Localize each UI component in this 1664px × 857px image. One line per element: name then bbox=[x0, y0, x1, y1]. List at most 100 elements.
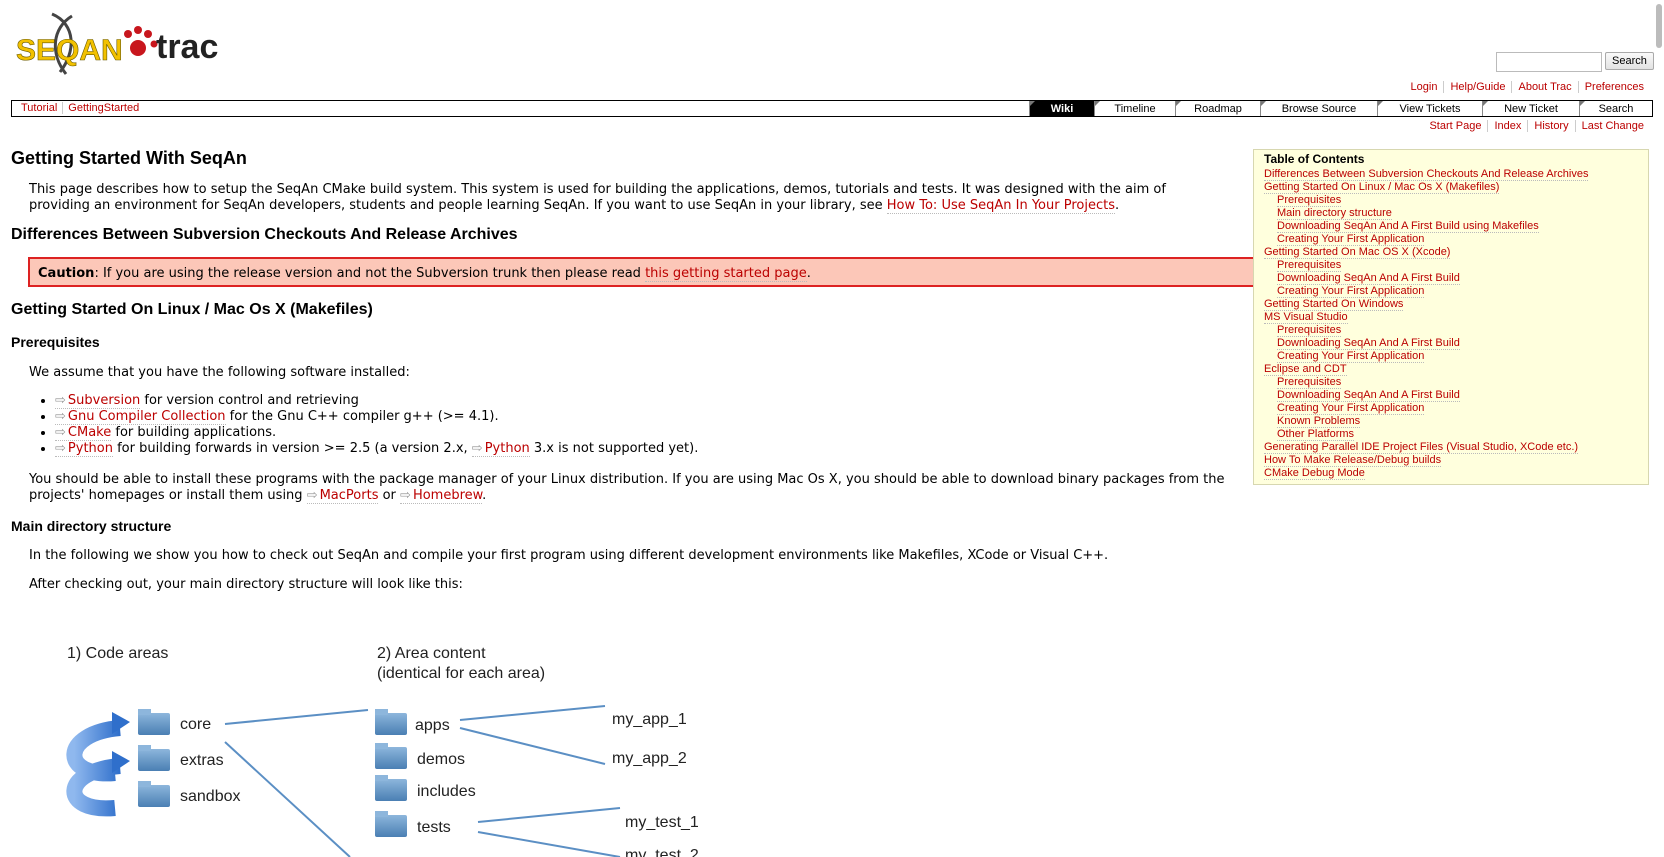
toc-link[interactable]: Prerequisites bbox=[1277, 194, 1342, 207]
toc-link[interactable]: Other Platforms bbox=[1277, 428, 1355, 441]
diagram-heading-identical: (identical for each area) bbox=[377, 665, 545, 682]
subversion-link[interactable]: Subversion bbox=[55, 393, 141, 409]
getting-started-page-link[interactable]: this getting started page bbox=[645, 266, 807, 282]
ctxtnav-index[interactable]: Index bbox=[1487, 120, 1528, 132]
metanav-login-link[interactable]: Login bbox=[1405, 81, 1444, 93]
arrow-head-icon bbox=[112, 751, 130, 773]
search-button[interactable]: Search bbox=[1605, 52, 1654, 70]
toc-item: Getting Started On Windows bbox=[1264, 298, 1648, 311]
scrollbar-thumb[interactable] bbox=[1656, 4, 1662, 48]
tab-browse-source[interactable]: Browse Source bbox=[1260, 101, 1377, 116]
macports-link[interactable]: MacPorts bbox=[306, 488, 379, 504]
toc-link[interactable]: Downloading SeqAn And A First Build bbox=[1277, 389, 1460, 402]
area-extras-label: extras bbox=[180, 752, 224, 769]
metanav-preferences-link[interactable]: Preferences bbox=[1577, 81, 1650, 93]
tab-roadmap[interactable]: Roadmap bbox=[1175, 101, 1260, 116]
content-includes-label: includes bbox=[417, 783, 476, 800]
toc-item: Downloading SeqAn And A First Build bbox=[1264, 337, 1648, 350]
heading-prerequisites: Prerequisites bbox=[11, 334, 100, 350]
toc-link[interactable]: Creating Your First Application bbox=[1277, 350, 1425, 363]
cmake-link[interactable]: CMake bbox=[55, 425, 112, 441]
toc-link[interactable]: Getting Started On Windows bbox=[1264, 298, 1404, 311]
toc-link[interactable]: Getting Started On Linux / Mac Os X (Mak… bbox=[1264, 181, 1500, 194]
gcc-link[interactable]: Gnu Compiler Collection bbox=[55, 409, 226, 425]
toc-link[interactable]: Creating Your First Application bbox=[1277, 285, 1425, 298]
install-mid: or bbox=[378, 488, 401, 503]
toc-item: CMake Debug Mode bbox=[1264, 467, 1648, 480]
homebrew-link[interactable]: Homebrew bbox=[400, 488, 483, 504]
install-paragraph: You should be able to install these prog… bbox=[29, 472, 1249, 504]
toc-link[interactable]: Known Problems bbox=[1277, 415, 1361, 428]
toc-item: Getting Started On Mac OS X (Xcode) bbox=[1264, 246, 1648, 259]
toc-link[interactable]: Eclipse and CDT bbox=[1264, 363, 1347, 376]
folder-icon bbox=[138, 781, 170, 807]
toc-link[interactable]: Downloading SeqAn And A First Build usin… bbox=[1277, 220, 1539, 233]
toc-item: Eclipse and CDT bbox=[1264, 363, 1648, 376]
search-input[interactable] bbox=[1496, 52, 1602, 72]
context-nav: Start Page Index History Last Change bbox=[1423, 120, 1650, 132]
list-item-text: 3.x is not supported yet). bbox=[529, 441, 699, 456]
heading-linux: Getting Started On Linux / Mac Os X (Mak… bbox=[11, 301, 373, 318]
toc-link[interactable]: Generating Parallel IDE Project Files (V… bbox=[1264, 441, 1579, 454]
tab-view-tickets[interactable]: View Tickets bbox=[1377, 101, 1482, 116]
seqan-trac-logo[interactable]: SEQAN trac bbox=[16, 12, 226, 82]
ctxtnav-history[interactable]: History bbox=[1527, 120, 1575, 132]
list-item: Subversion for version control and retri… bbox=[55, 393, 698, 409]
toc-link[interactable]: MS Visual Studio bbox=[1264, 311, 1348, 324]
tab-timeline[interactable]: Timeline bbox=[1094, 101, 1175, 116]
python-link-2[interactable]: Python bbox=[471, 441, 530, 457]
toc-title: Table of Contents bbox=[1264, 152, 1365, 166]
toc-link[interactable]: Prerequisites bbox=[1277, 259, 1342, 272]
toc-item: Prerequisites bbox=[1264, 259, 1648, 272]
toc-link[interactable]: Main directory structure bbox=[1277, 207, 1392, 220]
toc-item: Prerequisites bbox=[1264, 324, 1648, 337]
connector-line bbox=[224, 741, 351, 857]
breadcrumb: Tutorial GettingStarted bbox=[16, 102, 145, 114]
toc-item: Downloading SeqAn And A First Build usin… bbox=[1264, 220, 1648, 233]
toc-link[interactable]: CMake Debug Mode bbox=[1264, 467, 1365, 480]
area-core-label: core bbox=[180, 716, 211, 733]
toc-item: Downloading SeqAn And A First Build bbox=[1264, 272, 1648, 285]
toc-link[interactable]: Prerequisites bbox=[1277, 376, 1342, 389]
how-to-use-seqan-link[interactable]: How To: Use SeqAn In Your Projects bbox=[886, 198, 1115, 214]
toc-item: MS Visual Studio bbox=[1264, 311, 1648, 324]
toc-link[interactable]: Downloading SeqAn And A First Build bbox=[1277, 337, 1460, 350]
connector-line bbox=[459, 705, 606, 721]
ctxtnav-start-page[interactable]: Start Page bbox=[1423, 120, 1487, 132]
tab-wiki[interactable]: Wiki bbox=[1029, 101, 1094, 116]
toc-link[interactable]: Creating Your First Application bbox=[1277, 402, 1425, 415]
install-text: You should be able to install these prog… bbox=[29, 472, 1225, 503]
install-end: . bbox=[482, 488, 487, 503]
directory-structure-diagram: 1) Code areas 2) Area content (identical… bbox=[66, 645, 699, 857]
metanav-help-link[interactable]: Help/Guide bbox=[1443, 81, 1512, 93]
logo-seqan-text: SEQAN bbox=[16, 34, 123, 67]
caution-label: Caution bbox=[38, 266, 95, 281]
toc-link[interactable]: Differences Between Subversion Checkouts… bbox=[1264, 168, 1589, 181]
apps-child-1-label: my_app_1 bbox=[612, 711, 687, 728]
diagram-heading-area-content: 2) Area content bbox=[377, 645, 486, 662]
toc-link[interactable]: Creating Your First Application bbox=[1277, 233, 1425, 246]
toc-item: Creating Your First Application bbox=[1264, 233, 1648, 246]
folder-icon bbox=[138, 745, 170, 771]
toc-link[interactable]: Getting Started On Mac OS X (Xcode) bbox=[1264, 246, 1451, 259]
page-title: Getting Started With SeqAn bbox=[11, 148, 247, 168]
prereq-intro: We assume that you have the following so… bbox=[29, 365, 410, 380]
breadcrumb-gettingstarted[interactable]: GettingStarted bbox=[62, 102, 145, 114]
python-link[interactable]: Python bbox=[55, 441, 113, 457]
toc-item: Generating Parallel IDE Project Files (V… bbox=[1264, 441, 1648, 454]
metanav-about-link[interactable]: About Trac bbox=[1511, 81, 1578, 93]
ctxtnav-last-change[interactable]: Last Change bbox=[1574, 120, 1650, 132]
diagram-heading-code-areas: 1) Code areas bbox=[67, 645, 168, 662]
breadcrumb-tutorial[interactable]: Tutorial bbox=[16, 102, 62, 114]
toc-link[interactable]: Prerequisites bbox=[1277, 324, 1342, 337]
toc-item: Creating Your First Application bbox=[1264, 285, 1648, 298]
logo-trac-text: trac bbox=[156, 28, 218, 66]
toc-link[interactable]: How To Make Release/Debug builds bbox=[1264, 454, 1442, 467]
tab-new-ticket[interactable]: New Ticket bbox=[1482, 101, 1579, 116]
heading-main-directory: Main directory structure bbox=[11, 518, 172, 534]
toc-link[interactable]: Downloading SeqAn And A First Build bbox=[1277, 272, 1460, 285]
folder-icon bbox=[375, 775, 407, 801]
list-item: Python for building forwards in version … bbox=[55, 441, 698, 457]
tab-search[interactable]: Search bbox=[1579, 101, 1652, 116]
scrollbar[interactable] bbox=[1654, 0, 1664, 857]
